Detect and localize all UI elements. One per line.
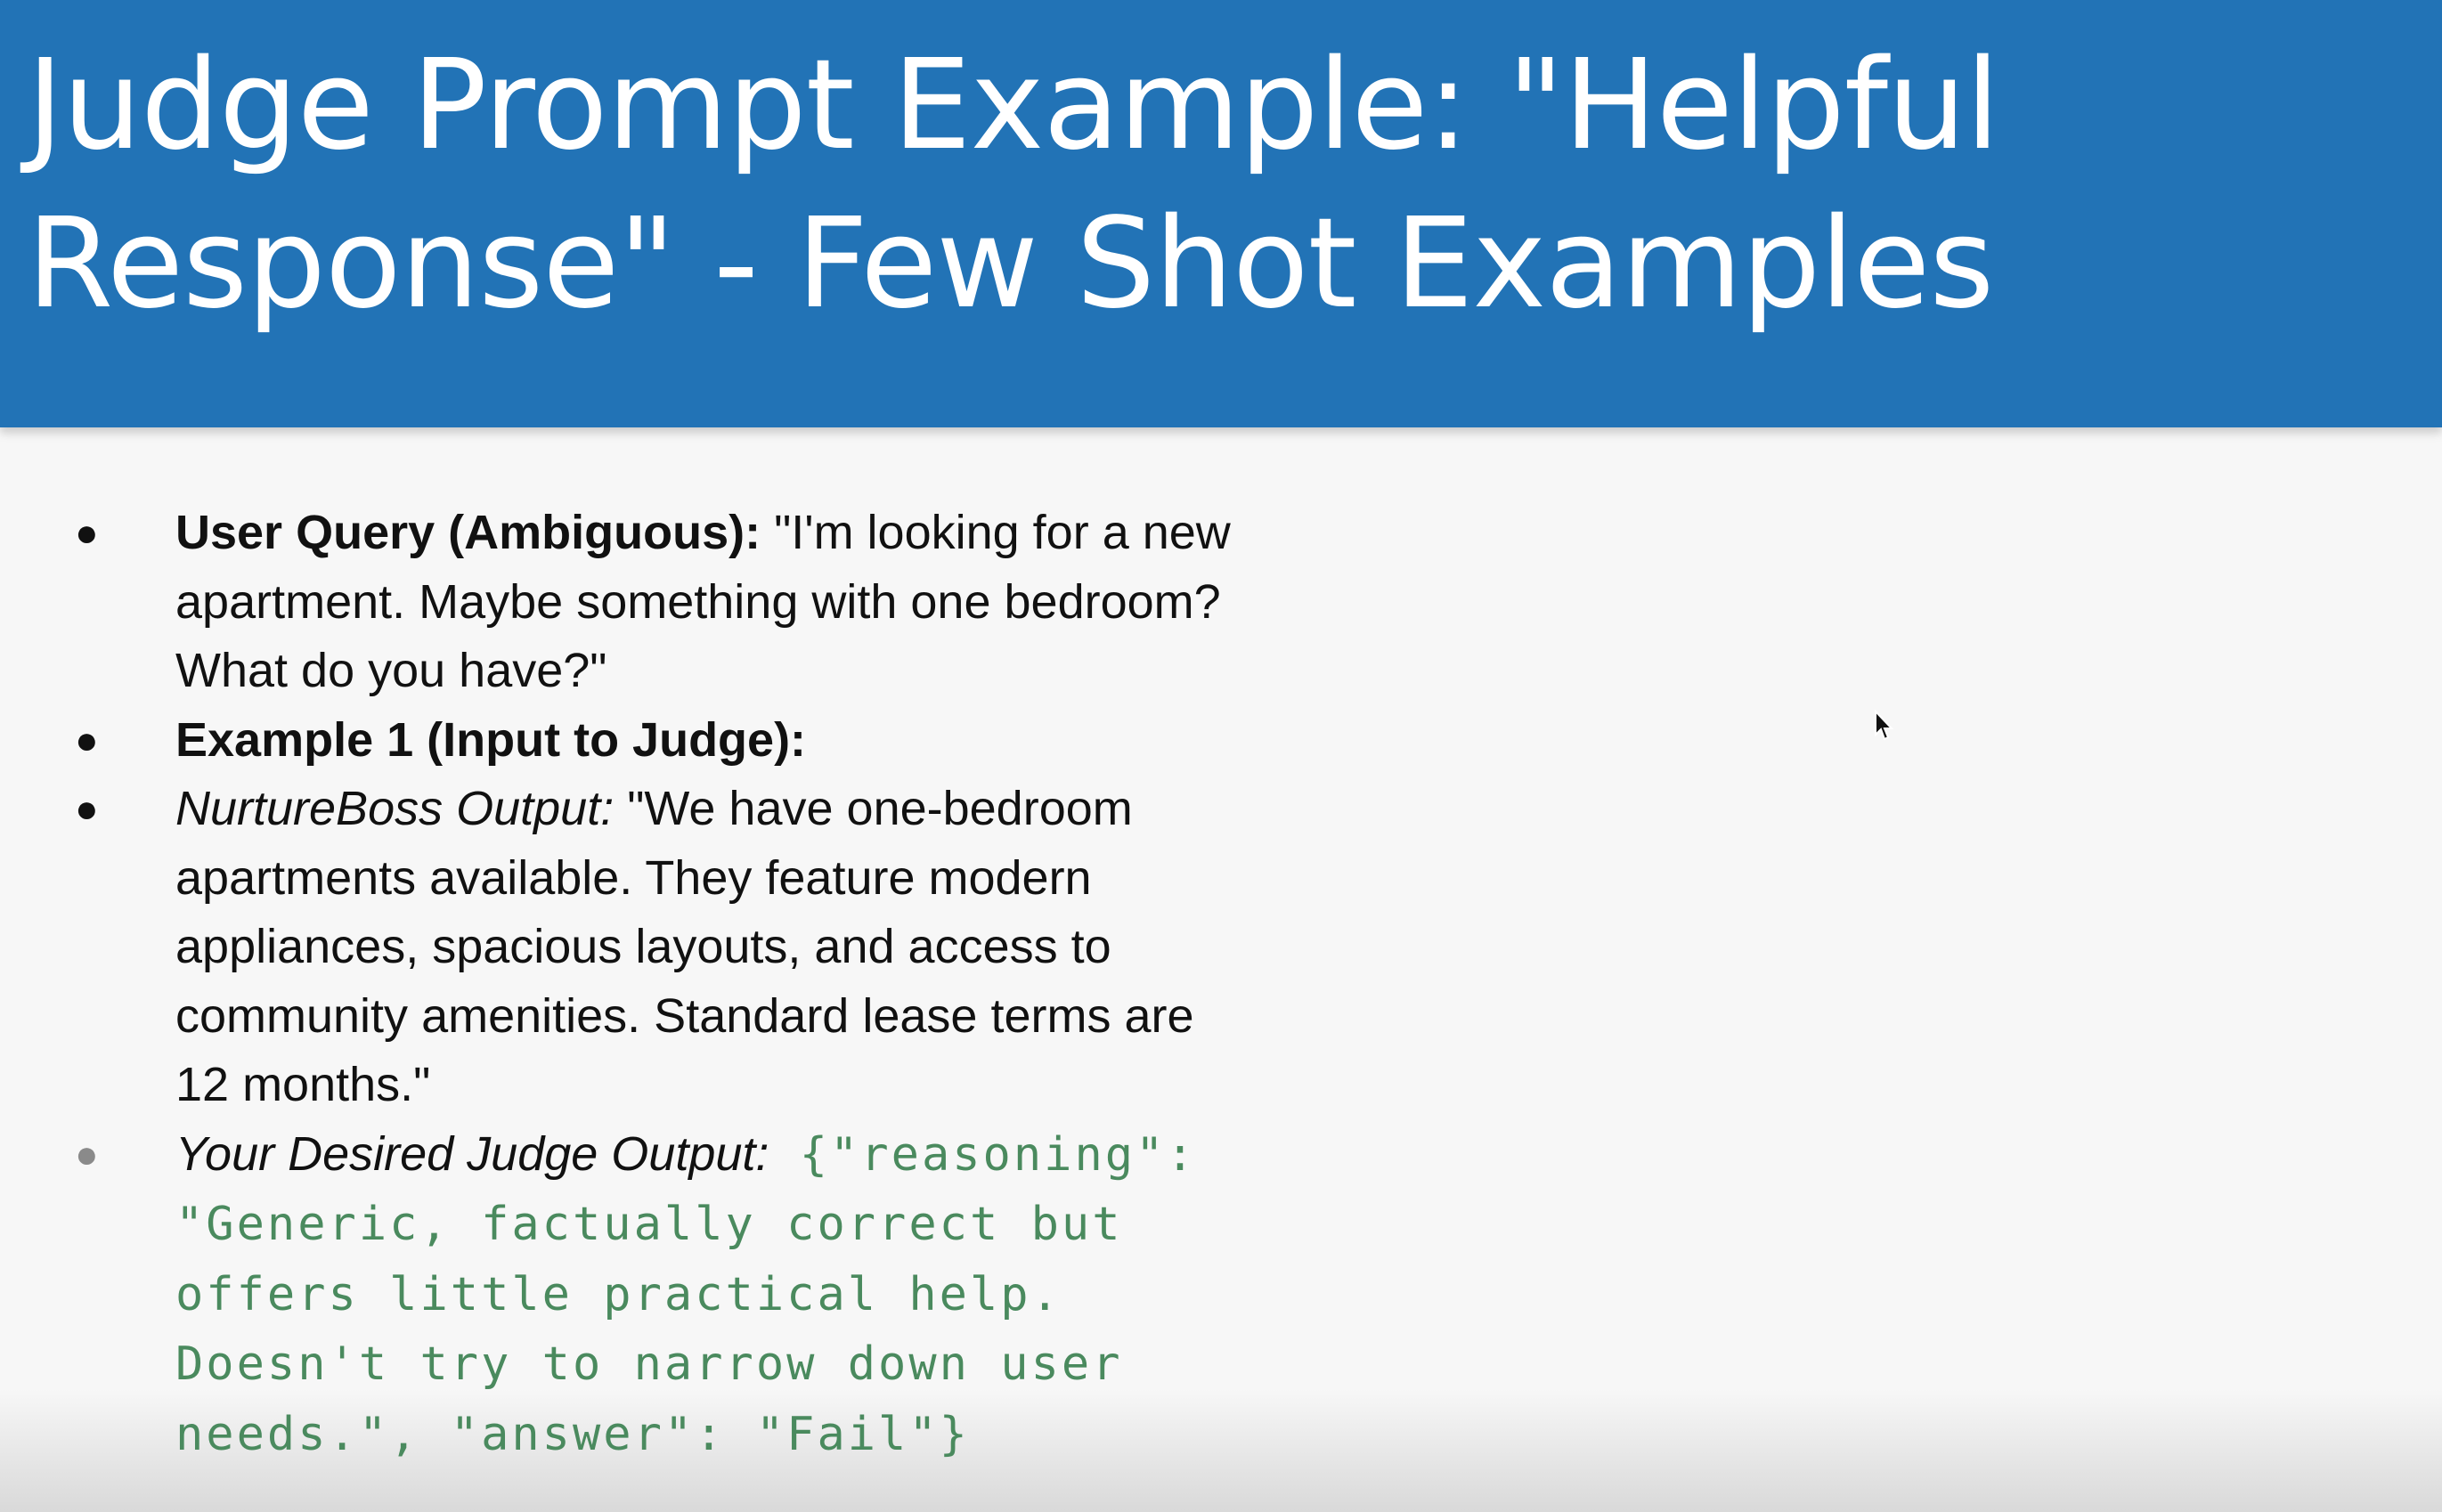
example-1-label: Example 1 (Input to Judge):	[175, 712, 807, 767]
judge-output-code-line-5: needs.", "answer": "Fail"}	[175, 1407, 970, 1461]
slide-title-line-1: Judge Prompt Example: "Helpful	[27, 33, 2000, 178]
bullet-item-desired-judge-output: ● Your Desired Judge Output: {"reasoning…	[0, 1120, 1289, 1470]
desired-judge-output-label: Your Desired Judge Output:	[175, 1126, 769, 1181]
nurtureboss-output-text-line-1: "We have one-bedroom	[614, 782, 1133, 835]
nurtureboss-output-text-line-4: community amenities. Standard lease term…	[175, 988, 1194, 1043]
bullet-item-user-query: ● User Query (Ambiguous): "I'm looking f…	[0, 499, 1289, 706]
judge-output-code-line-1: {"reasoning":	[769, 1127, 1197, 1182]
mouse-pointer-icon	[1875, 710, 1893, 741]
nurtureboss-output-text-line-3: appliances, spacious layouts, and access…	[175, 920, 1111, 973]
user-query-label: User Query (Ambiguous):	[175, 506, 761, 559]
nurtureboss-output-label: NurtureBoss Output:	[175, 782, 615, 835]
slide-title: Judge Prompt Example: "Helpful Response"…	[27, 27, 2000, 344]
bullet-item-example-1: ● Example 1 (Input to Judge):	[0, 706, 1289, 776]
user-query-text-line-1: "I'm looking for a new	[761, 506, 1231, 559]
judge-output-code-line-2: "Generic, factually correct but	[175, 1198, 1123, 1251]
bullet-icon: ●	[75, 787, 99, 831]
slide: Judge Prompt Example: "Helpful Response"…	[0, 0, 2442, 1512]
user-query-text-line-2: apartment. Maybe something with one bedr…	[175, 574, 1221, 629]
slide-title-line-2: Response" - Few Shot Examples	[27, 191, 1994, 337]
bullet-icon: ●	[75, 718, 99, 762]
nurtureboss-output-text-line-2: apartments available. They feature moder…	[175, 850, 1092, 905]
bullet-list: ● User Query (Ambiguous): "I'm looking f…	[0, 499, 1425, 1469]
bullet-item-nurtureboss-output: ● NurtureBoss Output: "We have one-bedro…	[0, 775, 1289, 1120]
slide-header: Judge Prompt Example: "Helpful Response"…	[0, 0, 2442, 427]
bullet-icon: ●	[75, 1132, 99, 1176]
nurtureboss-output-text-line-5: 12 months."	[175, 1058, 431, 1111]
judge-output-code-line-3: offers little practical help.	[175, 1267, 1062, 1321]
user-query-text-line-3: What do you have?"	[175, 644, 607, 697]
bullet-icon: ●	[75, 511, 99, 555]
judge-output-code-line-4: Doesn't try to narrow down user	[175, 1337, 1123, 1391]
